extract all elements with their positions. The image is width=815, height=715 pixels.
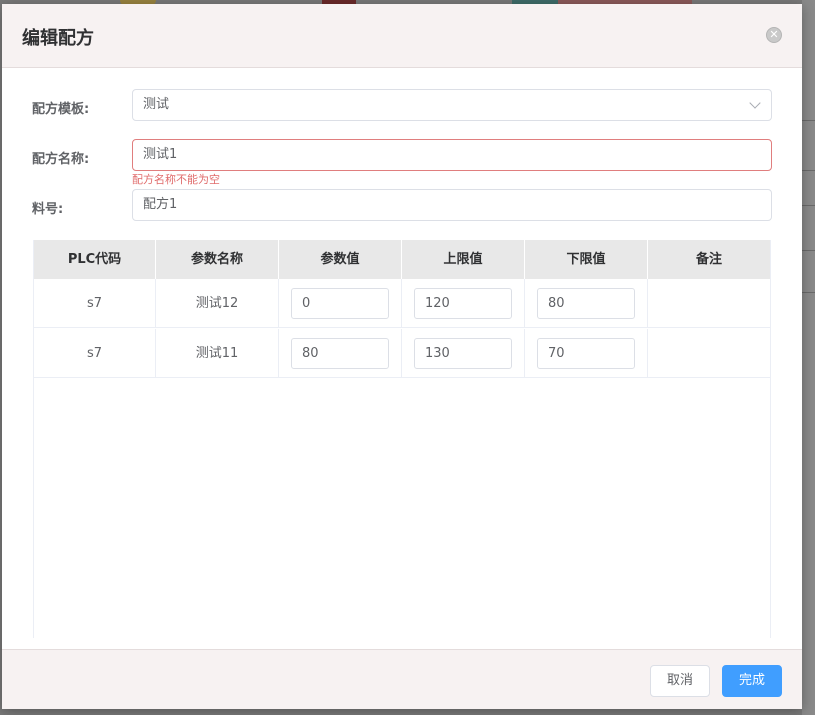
lower-limit-input[interactable]: 80 [537,288,635,319]
cell-upper-limit: 130 [402,329,525,378]
background-divider [802,250,815,251]
table-row: s7 测试12 0 120 80 [34,279,770,328]
table-header: PLC代码 参数名称 参数值 上限值 下限值 备注 [34,240,770,279]
column-header-upper-limit: 上限值 [402,240,525,279]
column-header-plc-code: PLC代码 [34,240,156,279]
column-header-lower-limit: 下限值 [525,240,648,279]
dialog-footer: 取消 完成 [2,649,802,709]
recipe-name-value: 测试1 [143,147,178,162]
column-header-note: 备注 [695,252,722,267]
cell-plc-code: s7 [34,329,156,378]
cell-plc-code: s7 [34,279,156,328]
material-number-input[interactable]: 配方1 [132,189,772,221]
lower-limit-input[interactable]: 70 [537,338,635,369]
cell-upper-limit: 120 [402,279,525,328]
background-divider [802,120,815,121]
cell-param-value: 0 [279,279,402,328]
cell-note [648,329,770,378]
cancel-button[interactable]: 取消 [650,665,710,697]
column-header-param-value: 参数值 [279,240,402,279]
dialog-header: 编辑配方 ✕ [2,4,802,68]
template-select[interactable]: 测试 [132,89,772,121]
background-divider [802,205,815,206]
cell-note [648,279,770,328]
close-icon[interactable]: ✕ [766,27,782,43]
material-number-label: 料号: [32,202,64,217]
parameter-table: PLC代码 参数名称 参数值 上限值 下限值 备注 s7 测试12 0 120 … [33,240,771,638]
param-value-input[interactable]: 80 [291,338,389,369]
column-header-param-name: 参数名称 [156,240,279,279]
cell-param-name: 测试12 [156,279,279,328]
complete-button[interactable]: 完成 [722,665,782,697]
upper-limit-input[interactable]: 130 [414,338,512,369]
cell-lower-limit: 70 [525,329,648,378]
cell-lower-limit: 80 [525,279,648,328]
template-select-value: 测试 [143,97,170,112]
chevron-down-icon [749,97,761,109]
background-divider [802,292,815,293]
param-value-input[interactable]: 0 [291,288,389,319]
background-page-edge [802,0,815,715]
table-row: s7 测试11 80 130 70 [34,329,770,378]
cell-param-value: 80 [279,329,402,378]
template-label: 配方模板: [32,102,90,117]
dialog-title: 编辑配方 [22,28,94,49]
recipe-name-error: 配方名称不能为空 [132,173,220,186]
recipe-name-label: 配方名称: [32,152,90,167]
cell-param-name: 测试11 [156,329,279,378]
upper-limit-input[interactable]: 120 [414,288,512,319]
edit-recipe-dialog: 编辑配方 ✕ 配方模板: 测试 配方名称: 测试1 配方名称不能为空 料号: 配… [2,4,802,709]
material-number-value: 配方1 [143,197,178,212]
recipe-name-input[interactable]: 测试1 [132,139,772,171]
background-divider [802,170,815,171]
